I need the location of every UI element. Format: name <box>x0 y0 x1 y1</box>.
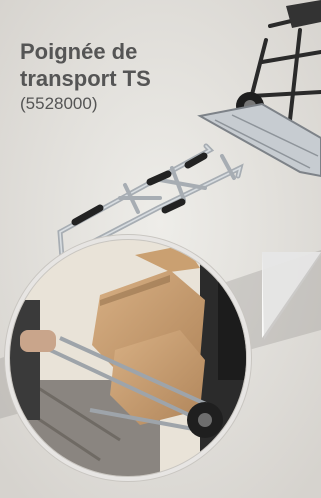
photo-circle <box>4 234 252 482</box>
